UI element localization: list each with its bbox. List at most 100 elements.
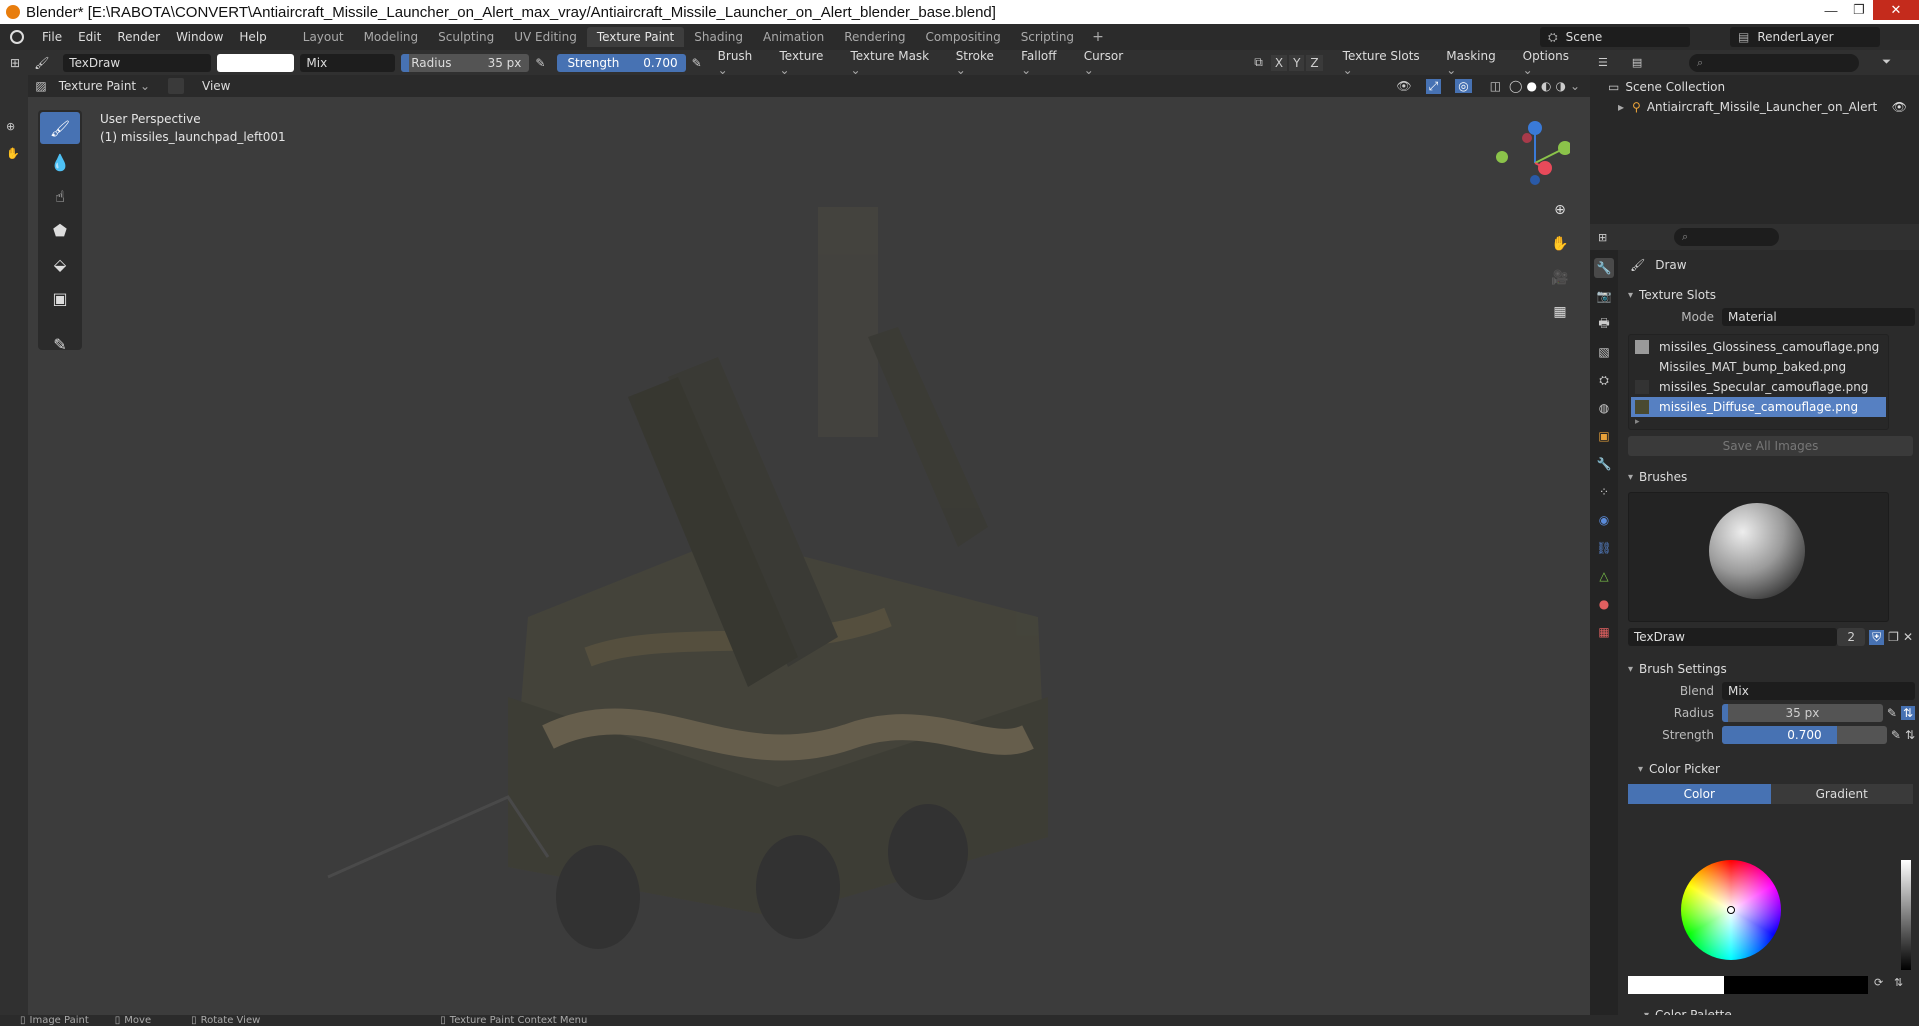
tool-tab-icon[interactable]: 🔧 [1594, 258, 1614, 278]
outliner-editor-icon[interactable]: ☰ [1598, 56, 1608, 69]
texture-slot-item[interactable]: missiles_Glossiness_camouflage.png [1631, 337, 1886, 357]
radius-pressure-icon[interactable]: ✎ [535, 56, 545, 70]
brush-color-swatch[interactable] [217, 53, 295, 72]
menu-options[interactable]: Options [1517, 49, 1588, 77]
list-expand-icon[interactable]: ▸ [1631, 417, 1886, 427]
menu-render[interactable]: Render [109, 30, 168, 44]
xray-icon[interactable]: ◫ [1490, 79, 1501, 93]
scene-collection-row[interactable]: ▭ Scene Collection [1590, 77, 1919, 97]
strength-pressure-icon[interactable]: ✎ [1891, 728, 1901, 742]
zoom-icon[interactable]: ⊕ [6, 120, 28, 133]
mask-tool-icon[interactable]: ▣ [40, 282, 80, 314]
brush-name-field[interactable]: TexDraw [1628, 628, 1838, 646]
draw-tool-icon[interactable]: 🖌 [40, 112, 80, 144]
material-tab-icon[interactable]: ● [1594, 594, 1614, 614]
tab-sculpting[interactable]: Sculpting [428, 27, 504, 47]
axis-z-toggle[interactable]: Z [1306, 54, 1323, 71]
save-all-images-button[interactable]: Save All Images [1628, 436, 1913, 456]
world-tab-icon[interactable]: ◍ [1594, 398, 1614, 418]
outliner-search-input[interactable]: ⌕ [1689, 53, 1859, 72]
brush-users-count[interactable]: 2 [1837, 628, 1866, 646]
radius-pressure-icon[interactable]: ✎ [1887, 706, 1897, 720]
eye-icon[interactable]: 👁 [1892, 100, 1907, 114]
symmetry-icon[interactable]: ⧉ [1254, 55, 1263, 70]
axis-y-toggle[interactable]: Y [1289, 54, 1305, 71]
value-slider-vertical[interactable] [1901, 860, 1911, 970]
maximize-icon[interactable]: ❐ [1845, 0, 1873, 20]
soften-tool-icon[interactable]: 💧 [40, 146, 80, 178]
gradient-tab[interactable]: Gradient [1770, 784, 1913, 804]
editor-type-icon[interactable]: ⊞ [10, 56, 20, 70]
rendered-shading-icon[interactable]: ◑ [1555, 79, 1565, 93]
particles-tab-icon[interactable]: ⁘ [1594, 482, 1614, 502]
menu-stroke[interactable]: Stroke [950, 49, 1013, 77]
fill-tool-icon[interactable]: ⬙ [40, 248, 80, 280]
output-tab-icon[interactable]: 🖶 [1594, 314, 1614, 334]
mode-dropdown[interactable]: Texture Paint [53, 79, 156, 93]
color-tab[interactable]: Color [1628, 784, 1771, 804]
menu-window[interactable]: Window [168, 30, 231, 44]
menu-texture-mask[interactable]: Texture Mask [844, 49, 947, 77]
tab-layout[interactable]: Layout [293, 27, 354, 47]
physics-tab-icon[interactable]: ◉ [1594, 510, 1614, 530]
3d-viewport[interactable] [28, 97, 1590, 1015]
properties-search-input[interactable]: ⌕ [1674, 228, 1779, 246]
render-tab-icon[interactable]: 📷 [1594, 286, 1614, 306]
constraints-tab-icon[interactable]: ⛓ [1594, 538, 1614, 558]
solid-shading-icon[interactable]: ● [1526, 79, 1536, 93]
duplicate-brush-icon[interactable]: ❐ [1888, 630, 1899, 644]
texture-slot-item-active[interactable]: missiles_Diffuse_camouflage.png [1631, 397, 1886, 417]
brush-name-field[interactable]: TexDraw [63, 53, 212, 72]
radius-slider[interactable]: 35 px [1722, 704, 1883, 722]
strength-pressure-icon[interactable]: ✎ [692, 56, 702, 70]
strength-slider[interactable]: 0.700 [1722, 726, 1887, 744]
filter-icon[interactable]: ⏷ [1882, 55, 1891, 69]
tab-compositing[interactable]: Compositing [915, 27, 1010, 47]
hand-icon[interactable]: ✋ [6, 147, 28, 160]
color-wheel[interactable] [1681, 860, 1781, 960]
tab-shading[interactable]: Shading [684, 27, 753, 47]
blend-dropdown[interactable]: Mix [1722, 682, 1915, 700]
add-workspace-icon[interactable]: + [1084, 29, 1112, 45]
annotate-tool-icon[interactable]: ✎ [40, 328, 80, 360]
gizmo-toggle-icon[interactable]: ⤢ [1425, 78, 1442, 94]
clone-tool-icon[interactable]: ⬟ [40, 214, 80, 246]
texture-tab-icon[interactable]: ▦ [1594, 622, 1614, 642]
brush-preview[interactable] [1628, 492, 1889, 622]
menu-texture[interactable]: Texture [773, 49, 842, 77]
texture-slots-panel-header[interactable]: Texture Slots [1622, 284, 1919, 306]
shading-options-icon[interactable]: ⌄ [1570, 79, 1580, 93]
minimize-icon[interactable]: — [1817, 0, 1845, 20]
blend-mode-dropdown[interactable]: Mix [300, 53, 396, 72]
menu-masking[interactable]: Masking [1440, 49, 1514, 77]
view-layer-selector[interactable]: ▤ RenderLayer [1730, 27, 1880, 47]
menu-cursor[interactable]: Cursor [1078, 49, 1143, 77]
camera-icon[interactable]: 🎥 [1548, 266, 1572, 290]
tab-texture-paint[interactable]: Texture Paint [586, 27, 685, 47]
zoom-icon[interactable]: ⊕ [1548, 198, 1572, 222]
object-tab-icon[interactable]: ▣ [1594, 426, 1614, 446]
close-icon[interactable]: ✕ [1873, 0, 1919, 20]
color-picker-panel-header[interactable]: Color Picker [1622, 758, 1919, 780]
brush-settings-panel-header[interactable]: Brush Settings [1622, 658, 1919, 680]
scene-selector[interactable]: ⛭ Scene [1540, 27, 1690, 47]
menu-view[interactable]: View [202, 79, 230, 93]
brush-icon[interactable]: 🖌 [34, 56, 49, 70]
axis-x-toggle[interactable]: X [1270, 54, 1288, 71]
texture-slot-item[interactable]: missiles_Specular_camouflage.png [1631, 377, 1886, 397]
menu-texture-slots[interactable]: Texture Slots [1337, 49, 1439, 77]
menu-help[interactable]: Help [231, 30, 274, 44]
unlink-brush-icon[interactable]: ✕ [1903, 630, 1913, 644]
smear-tool-icon[interactable]: ☝ [40, 180, 80, 212]
data-tab-icon[interactable]: △ [1594, 566, 1614, 586]
modifier-tab-icon[interactable]: 🔧 [1594, 454, 1614, 474]
tab-animation[interactable]: Animation [753, 27, 834, 47]
radius-slider[interactable]: Radius 35 px [401, 53, 530, 72]
view-layer-tab-icon[interactable]: ▧ [1594, 342, 1614, 362]
properties-editor-icon[interactable]: ⊞ [1598, 231, 1607, 244]
strength-unit-icon[interactable]: ⇅ [1905, 728, 1915, 742]
radius-unit-icon[interactable]: ⇅ [1900, 706, 1915, 720]
texture-slot-item[interactable]: Missiles_MAT_bump_baked.png [1631, 357, 1886, 377]
grid-icon[interactable]: ▦ [1548, 300, 1572, 324]
blender-menu-icon[interactable] [10, 30, 24, 44]
